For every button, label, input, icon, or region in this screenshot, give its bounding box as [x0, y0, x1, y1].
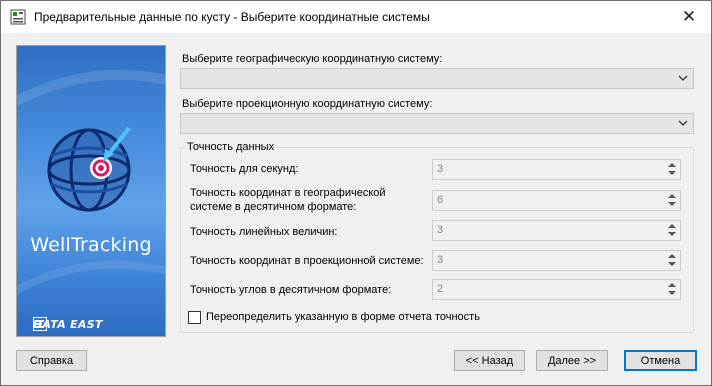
data-east-icon: [33, 317, 47, 331]
proj-coord-precision-value: 3: [437, 254, 444, 266]
proj-cs-dropdown[interactable]: [180, 113, 694, 134]
seconds-precision-spinner[interactable]: 3: [432, 159, 681, 180]
spinner-arrows-icon[interactable]: [664, 191, 680, 210]
dialog-window: Предварительные данные по кусту - Выбери…: [0, 0, 712, 386]
help-button[interactable]: Справка: [16, 350, 87, 371]
proj-coord-precision-label: Точность координат в проекционной систем…: [190, 255, 424, 267]
seconds-precision-label: Точность для секунд:: [190, 163, 299, 175]
cancel-button[interactable]: Отмена: [624, 350, 697, 371]
chevron-down-icon: [678, 75, 688, 81]
geo-coord-precision-label-line2: системе в десятичном формате:: [190, 201, 357, 213]
angle-precision-label: Точность углов в десятичном формате:: [190, 284, 392, 296]
back-button[interactable]: << Назад: [454, 350, 525, 371]
angle-precision-value: 2: [437, 283, 444, 295]
cancel-button-label: Отмена: [640, 354, 681, 367]
angle-precision-spinner[interactable]: 2: [432, 279, 681, 300]
spinner-arrows-icon[interactable]: [664, 160, 680, 179]
help-button-label: Справка: [29, 354, 74, 367]
proj-coord-precision-spinner[interactable]: 3: [432, 250, 681, 271]
geo-cs-dropdown[interactable]: [180, 68, 694, 89]
geo-coord-precision-spinner[interactable]: 6: [432, 190, 681, 211]
brand-name: WellTracking: [30, 234, 152, 256]
linear-precision-label: Точность линейных величин:: [190, 226, 338, 238]
next-button-label: Далее >>: [547, 354, 597, 367]
title-bar: Предварительные данные по кусту - Выбери…: [1, 1, 711, 33]
spinner-arrows-icon[interactable]: [664, 251, 680, 270]
geo-coord-precision-value: 6: [437, 194, 444, 206]
globe-logo-icon: [17, 69, 165, 295]
spinner-arrows-icon[interactable]: [664, 221, 680, 240]
geo-cs-label: Выберите географическую координатную сис…: [182, 53, 443, 65]
close-button[interactable]: ✕: [667, 1, 711, 33]
window-title: Предварительные данные по кусту - Выбери…: [34, 10, 430, 24]
override-precision-checkbox[interactable]: [188, 311, 201, 324]
geo-coord-precision-label-line1: Точность координат в географической: [190, 187, 386, 199]
app-icon: [10, 9, 26, 25]
linear-precision-spinner[interactable]: 3: [432, 220, 681, 241]
product-banner: WellTracking DATA EAST: [16, 45, 166, 337]
spinner-arrows-icon[interactable]: [664, 280, 680, 299]
back-button-label: << Назад: [465, 354, 514, 367]
close-icon: ✕: [681, 7, 697, 26]
vendor-logo: DATA EAST: [33, 317, 103, 331]
override-precision-label[interactable]: Переопределить указанную в форме отчета …: [206, 311, 480, 323]
precision-group-title: Точность данных: [185, 141, 277, 153]
proj-cs-label: Выберите проекционную координатную систе…: [182, 98, 433, 110]
chevron-down-icon: [678, 120, 688, 126]
seconds-precision-value: 3: [437, 163, 444, 175]
next-button[interactable]: Далее >>: [536, 350, 608, 371]
linear-precision-value: 3: [437, 224, 444, 236]
